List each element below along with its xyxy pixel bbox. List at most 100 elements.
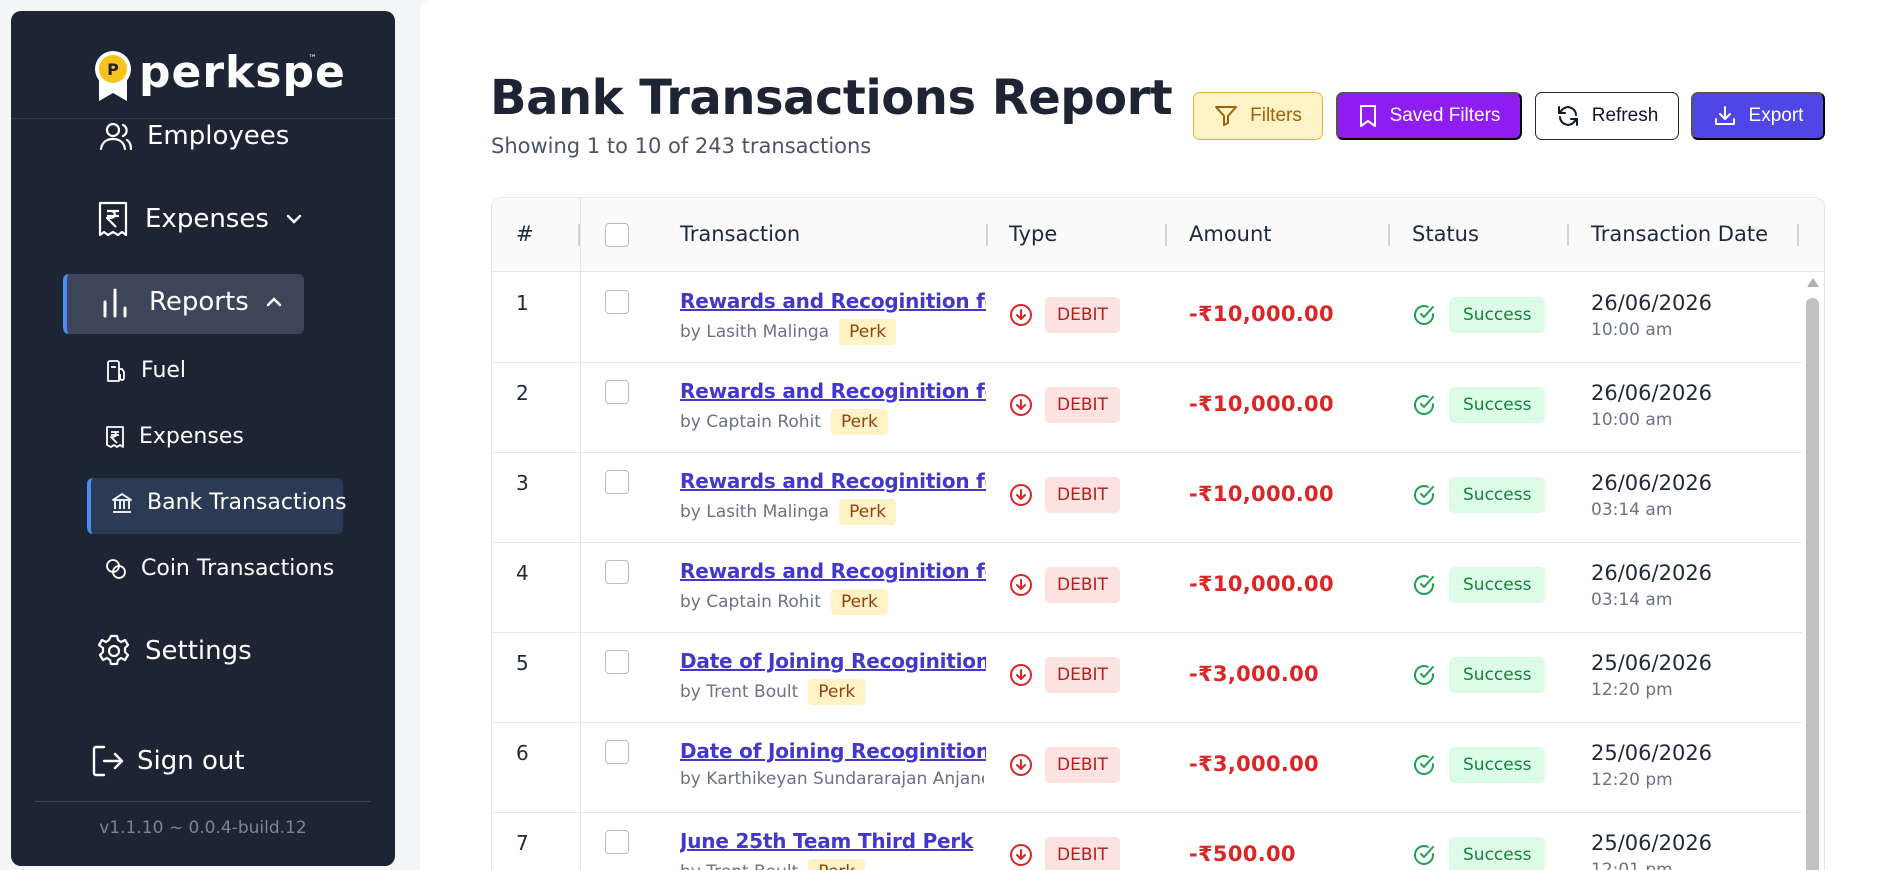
success-check-icon	[1414, 845, 1434, 865]
signout-button[interactable]: Sign out	[91, 744, 245, 778]
brand-trademark: ™	[308, 54, 317, 64]
refresh-button[interactable]: Refresh	[1535, 92, 1679, 140]
transaction-link[interactable]: Rewards and Recoginition for p	[680, 379, 986, 403]
col-header-index: #	[516, 222, 534, 246]
sidebar-item-bank-transactions[interactable]: Bank Transactions	[111, 490, 347, 515]
scroll-up-arrow-icon[interactable]	[1807, 278, 1819, 287]
select-all-checkbox[interactable]	[605, 223, 629, 247]
transaction-by: by Captain Rohit	[680, 592, 821, 612]
success-check-icon	[1414, 485, 1434, 505]
status-badge: Success	[1449, 297, 1546, 333]
sidebar-item-expenses-report[interactable]: Expenses	[105, 424, 244, 449]
transaction-date: 26/06/2026	[1591, 561, 1713, 585]
row-checkbox[interactable]	[605, 290, 629, 314]
sidebar-item-expenses[interactable]: Expenses	[97, 201, 303, 237]
transaction-meta: by Captain Rohit Perk	[680, 409, 888, 435]
col-resizer[interactable]	[1165, 224, 1167, 246]
chevron-down-icon	[285, 213, 303, 225]
transaction-time: 10:00 am	[1591, 320, 1673, 340]
sidebar-item-label: Reports	[149, 287, 249, 317]
sidebar-item-fuel[interactable]: Fuel	[105, 358, 186, 383]
perk-tag: Perk	[830, 589, 888, 615]
perk-tag: Perk	[839, 319, 897, 345]
transaction-link[interactable]: June 25th Team Third Perk	[680, 829, 986, 853]
status-badge: Success	[1449, 477, 1546, 513]
sidebar-item-reports[interactable]: Reports	[101, 286, 283, 318]
col-resizer[interactable]	[1388, 224, 1390, 246]
fuel-icon	[105, 359, 127, 383]
sidebar-item-employees[interactable]: Employees	[99, 121, 289, 151]
transaction-meta: by Karthikeyan Sundararajan Anjane	[680, 769, 984, 789]
col-resizer[interactable]	[986, 224, 988, 246]
sidebar-item-coin-transactions[interactable]: Coin Transactions	[105, 556, 334, 581]
filters-button[interactable]: Filters	[1193, 92, 1323, 140]
transaction-link[interactable]: Rewards and Recoginition for p	[680, 289, 986, 313]
debit-arrow-icon	[1010, 664, 1032, 686]
row-checkbox[interactable]	[605, 650, 629, 674]
table-row[interactable]: 6 Date of Joining Recoginition Pe by Kar…	[492, 723, 1804, 813]
transaction-link[interactable]: Rewards and Recoginition for p	[680, 559, 986, 583]
row-checkbox[interactable]	[605, 380, 629, 404]
amount-value: -₹3,000.00	[1189, 662, 1319, 686]
export-button[interactable]: Export	[1691, 92, 1825, 140]
success-check-icon	[1414, 665, 1434, 685]
perk-tag: Perk	[839, 499, 897, 525]
row-checkbox[interactable]	[605, 560, 629, 584]
export-label: Export	[1748, 105, 1804, 126]
sidebar-item-label: Coin Transactions	[141, 556, 335, 581]
saved-filters-button[interactable]: Saved Filters	[1336, 92, 1522, 140]
col-header-type[interactable]: Type	[1009, 222, 1057, 246]
transaction-time: 12:01 pm	[1591, 860, 1673, 870]
transaction-link[interactable]: Rewards and Recoginition for p	[680, 469, 986, 493]
amount-value: -₹500.00	[1189, 842, 1296, 866]
transaction-link[interactable]: Date of Joining Recoginition Pe	[680, 649, 986, 673]
col-resizer[interactable]	[1567, 224, 1569, 246]
row-checkbox[interactable]	[605, 740, 629, 764]
transaction-link[interactable]: Date of Joining Recoginition Pe	[680, 739, 986, 763]
debit-arrow-icon	[1010, 394, 1032, 416]
col-header-transaction-date[interactable]: Transaction Date	[1591, 222, 1768, 246]
col-resizer[interactable]	[1797, 224, 1799, 246]
amount-value: -₹10,000.00	[1189, 392, 1334, 416]
table-row[interactable]: 3 Rewards and Recoginition for p by Lasi…	[492, 453, 1804, 543]
col-header-amount[interactable]: Amount	[1189, 222, 1272, 246]
table-row[interactable]: 4 Rewards and Recoginition for p by Capt…	[492, 543, 1804, 633]
table-row[interactable]: 2 Rewards and Recoginition for p by Capt…	[492, 363, 1804, 453]
brand-logo[interactable]: P perkspe ™	[11, 11, 395, 119]
debit-arrow-icon	[1010, 484, 1032, 506]
row-index: 2	[516, 381, 529, 405]
table-row[interactable]: 5 Date of Joining Recoginition Pe by Tre…	[492, 633, 1804, 723]
transaction-time: 10:00 am	[1591, 410, 1673, 430]
col-header-transaction[interactable]: Transaction	[680, 222, 800, 246]
row-checkbox[interactable]	[605, 830, 629, 854]
sidebar-item-label: Expenses	[139, 424, 244, 449]
settings-icon	[97, 634, 131, 668]
export-icon	[1714, 106, 1735, 125]
success-check-icon	[1414, 395, 1434, 415]
type-badge: DEBIT	[1045, 837, 1120, 870]
table-row[interactable]: 7 June 25th Team Third Perk by Trent Bou…	[492, 813, 1804, 870]
main-content: Bank Transactions Report Showing 1 to 10…	[420, 0, 1894, 870]
filters-label: Filters	[1250, 105, 1302, 126]
transaction-meta: by Trent Boult Perk	[680, 859, 866, 870]
table-row[interactable]: 1 Rewards and Recoginition for p by Lasi…	[492, 273, 1804, 363]
success-check-icon	[1414, 305, 1434, 325]
col-header-status[interactable]: Status	[1412, 222, 1479, 246]
transaction-date: 25/06/2026	[1591, 831, 1713, 855]
transaction-by: by Trent Boult	[680, 682, 799, 702]
type-badge: DEBIT	[1045, 297, 1120, 333]
type-badge: DEBIT	[1045, 657, 1120, 693]
type-badge: DEBIT	[1045, 747, 1120, 783]
sidebar-item-label: Fuel	[141, 358, 187, 383]
transaction-meta: by Lasith Malinga Perk	[680, 319, 897, 345]
row-index: 7	[516, 831, 529, 855]
scrollbar-thumb[interactable]	[1806, 298, 1819, 870]
sidebar-item-settings[interactable]: Settings	[97, 634, 252, 668]
bookmark-icon	[1359, 105, 1376, 127]
transaction-date: 25/06/2026	[1591, 741, 1713, 765]
transaction-time: 03:14 am	[1591, 590, 1673, 610]
sidebar-item-label: Employees	[147, 121, 290, 151]
transaction-meta: by Trent Boult Perk	[680, 679, 866, 705]
row-checkbox[interactable]	[605, 470, 629, 494]
type-badge: DEBIT	[1045, 567, 1120, 603]
